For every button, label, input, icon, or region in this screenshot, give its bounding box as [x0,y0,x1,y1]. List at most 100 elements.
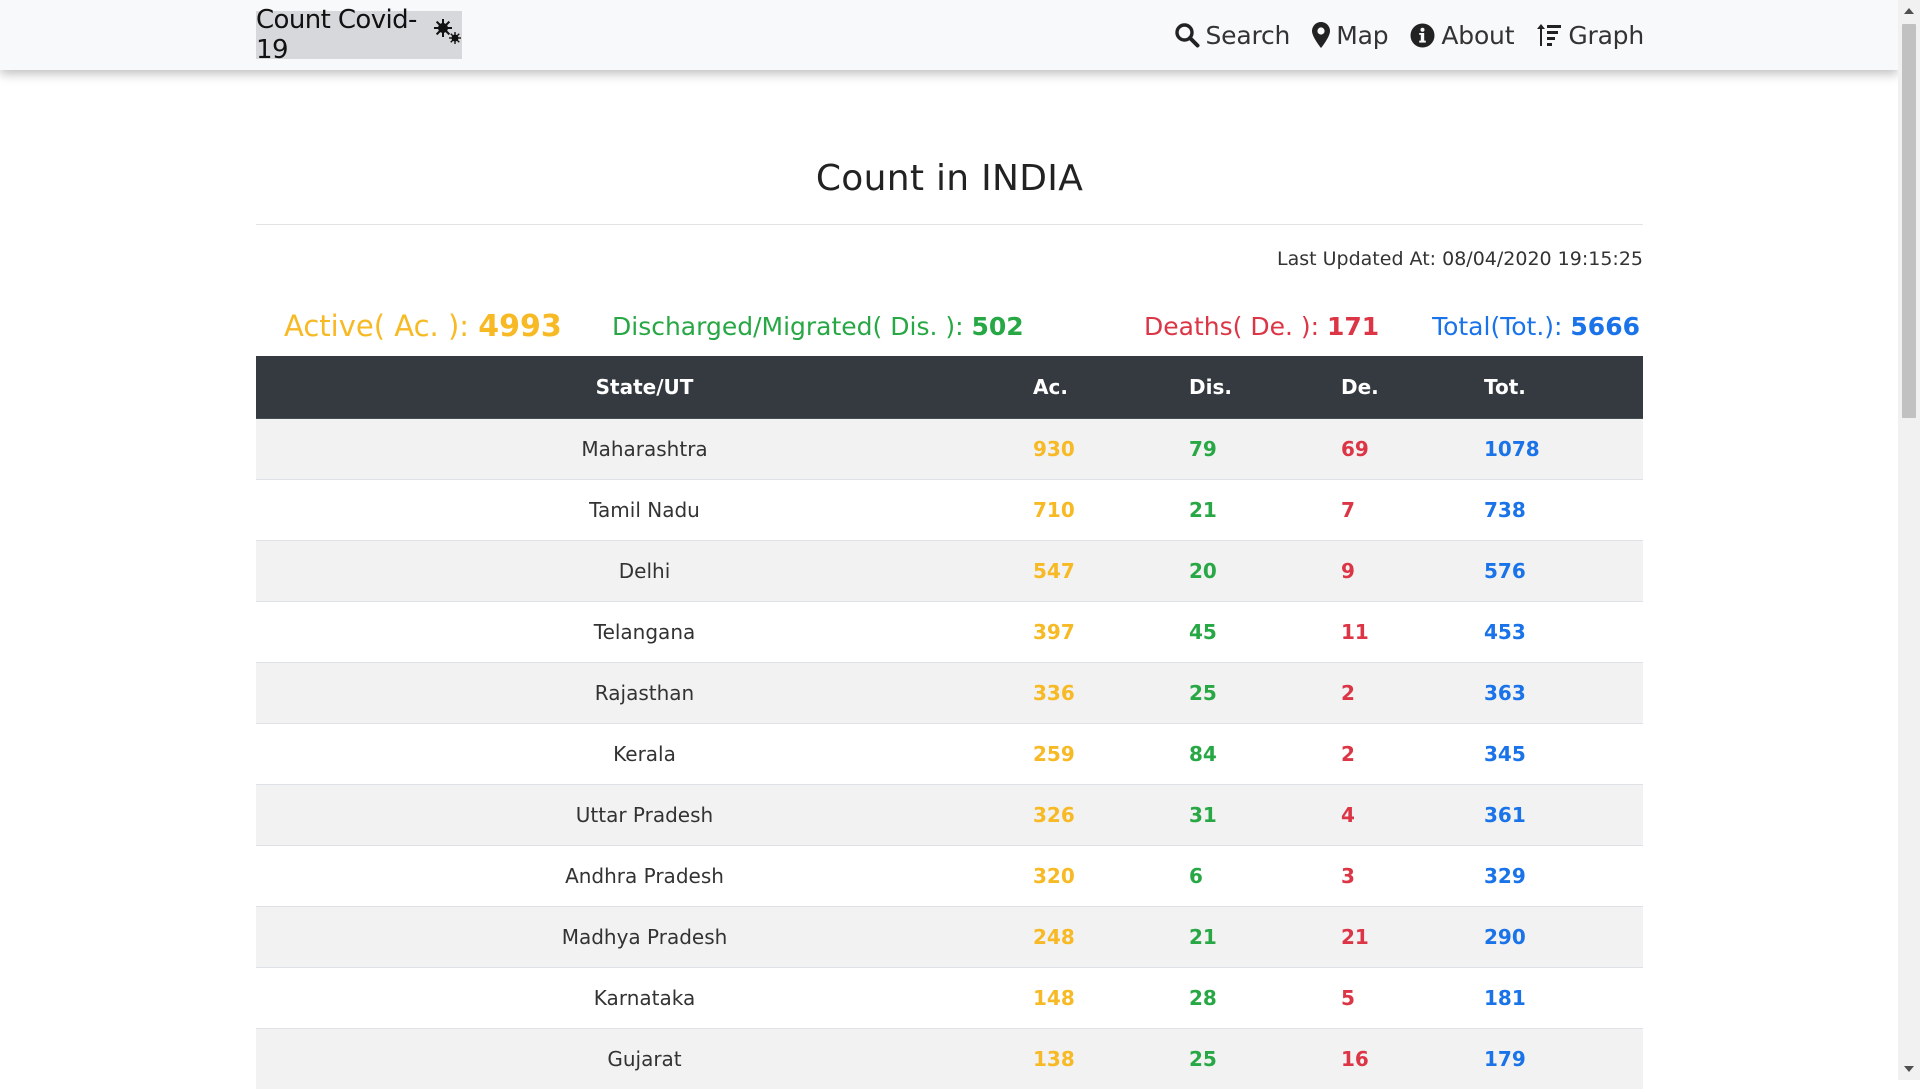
cell-total: 1078 [1484,419,1643,480]
navbar: Count Covid-19 [0,0,1898,70]
header-discharged[interactable]: Dis. [1189,356,1341,419]
cell-deaths: 4 [1341,785,1484,846]
cell-discharged: 20 [1189,541,1341,602]
nav-search-label: Search [1206,21,1291,50]
cell-deaths: 5 [1341,968,1484,1029]
nav-about-link[interactable]: About [1410,21,1514,50]
summary-deaths-value: 171 [1327,312,1379,341]
cell-discharged: 25 [1189,663,1341,724]
cell-state: Maharashtra [256,419,1033,480]
cell-total: 363 [1484,663,1643,724]
nav-links: Search Map About [1174,0,1644,70]
cell-state: Karnataka [256,968,1033,1029]
title-divider [256,224,1643,225]
cell-deaths: 2 [1341,724,1484,785]
table-row: Rajasthan 336 25 2 363 [256,663,1643,724]
cell-active: 397 [1033,602,1189,663]
map-marker-icon [1312,22,1330,48]
cell-discharged: 21 [1189,480,1341,541]
cell-active: 320 [1033,846,1189,907]
summary-total-value: 5666 [1570,312,1640,341]
cell-discharged: 21 [1189,907,1341,968]
nav-map-link[interactable]: Map [1312,21,1388,50]
header-state[interactable]: State/UT [256,356,1033,419]
cell-discharged: 84 [1189,724,1341,785]
summary-discharged-label: Discharged/Migrated( Dis. ): [612,312,964,341]
brand-logo[interactable]: Count Covid-19 [256,11,462,59]
cell-state: Rajasthan [256,663,1033,724]
nav-search-link[interactable]: Search [1174,21,1291,50]
cell-state: Uttar Pradesh [256,785,1033,846]
cell-deaths: 69 [1341,419,1484,480]
header-deaths[interactable]: De. [1341,356,1484,419]
summary-stats: Active( Ac. ): 4993 Discharged/Migrated(… [256,294,1643,344]
cell-discharged: 45 [1189,602,1341,663]
table-row: Maharashtra 930 79 69 1078 [256,419,1643,480]
header-active[interactable]: Ac. [1033,356,1189,419]
summary-discharged-value: 502 [972,312,1024,341]
cell-state: Tamil Nadu [256,480,1033,541]
last-updated-label: Last Updated At: [1277,248,1436,270]
table-row: Tamil Nadu 710 21 7 738 [256,480,1643,541]
cell-total: 361 [1484,785,1643,846]
cell-total: 453 [1484,602,1643,663]
table-header-row: State/UT Ac. Dis. De. Tot. [256,356,1643,419]
cell-active: 326 [1033,785,1189,846]
table-row: Uttar Pradesh 326 31 4 361 [256,785,1643,846]
nav-about-label: About [1441,21,1514,50]
cell-active: 336 [1033,663,1189,724]
nav-map-label: Map [1336,21,1388,50]
scrollbar-thumb[interactable] [1902,24,1916,418]
cell-state: Delhi [256,541,1033,602]
states-table: State/UT Ac. Dis. De. Tot. Maharashtra 9… [256,356,1643,1089]
cell-state: Kerala [256,724,1033,785]
table-row: Kerala 259 84 2 345 [256,724,1643,785]
cell-deaths: 21 [1341,907,1484,968]
cell-deaths: 2 [1341,663,1484,724]
cell-discharged: 31 [1189,785,1341,846]
cell-discharged: 28 [1189,968,1341,1029]
last-updated-value: 08/04/2020 19:15:25 [1442,248,1643,270]
cell-discharged: 79 [1189,419,1341,480]
summary-total-label: Total(Tot.): [1432,312,1562,341]
cell-deaths: 7 [1341,480,1484,541]
cell-total: 181 [1484,968,1643,1029]
cell-discharged: 6 [1189,846,1341,907]
cell-active: 148 [1033,968,1189,1029]
summary-active-label: Active( Ac. ): [284,309,469,343]
cell-active: 547 [1033,541,1189,602]
cell-state: Telangana [256,602,1033,663]
cell-active: 259 [1033,724,1189,785]
sort-amount-icon [1536,22,1562,48]
scroll-down-arrow-icon[interactable] [1904,1066,1914,1072]
cell-active: 930 [1033,419,1189,480]
cell-state: Andhra Pradesh [256,846,1033,907]
info-circle-icon [1410,23,1435,48]
virus-icon [434,19,462,48]
cell-deaths: 11 [1341,602,1484,663]
table-row: Madhya Pradesh 248 21 21 290 [256,907,1643,968]
scroll-up-arrow-icon[interactable] [1904,8,1914,14]
header-total[interactable]: Tot. [1484,356,1643,419]
table-row: Telangana 397 45 11 453 [256,602,1643,663]
cell-total: 738 [1484,480,1643,541]
summary-discharged: Discharged/Migrated( Dis. ): 502 [612,312,1024,341]
table-row: Karnataka 148 28 5 181 [256,968,1643,1029]
cell-total: 329 [1484,846,1643,907]
nav-graph-label: Graph [1568,21,1644,50]
cell-active: 248 [1033,907,1189,968]
summary-active-value: 4993 [478,309,562,344]
cell-active: 710 [1033,480,1189,541]
table-row: Delhi 547 20 9 576 [256,541,1643,602]
page-scrollbar[interactable] [1898,0,1920,1080]
cell-total: 576 [1484,541,1643,602]
search-icon [1174,22,1200,48]
summary-deaths: Deaths( De. ): 171 [1144,312,1379,341]
nav-graph-link[interactable]: Graph [1536,21,1644,50]
cell-state: Madhya Pradesh [256,907,1033,968]
brand-title: Count Covid-19 [256,5,426,65]
summary-active: Active( Ac. ): 4993 [284,309,562,344]
page-title: Count in INDIA [256,158,1643,199]
cell-total: 290 [1484,907,1643,968]
last-updated: Last Updated At: 08/04/2020 19:15:25 [1277,248,1643,270]
